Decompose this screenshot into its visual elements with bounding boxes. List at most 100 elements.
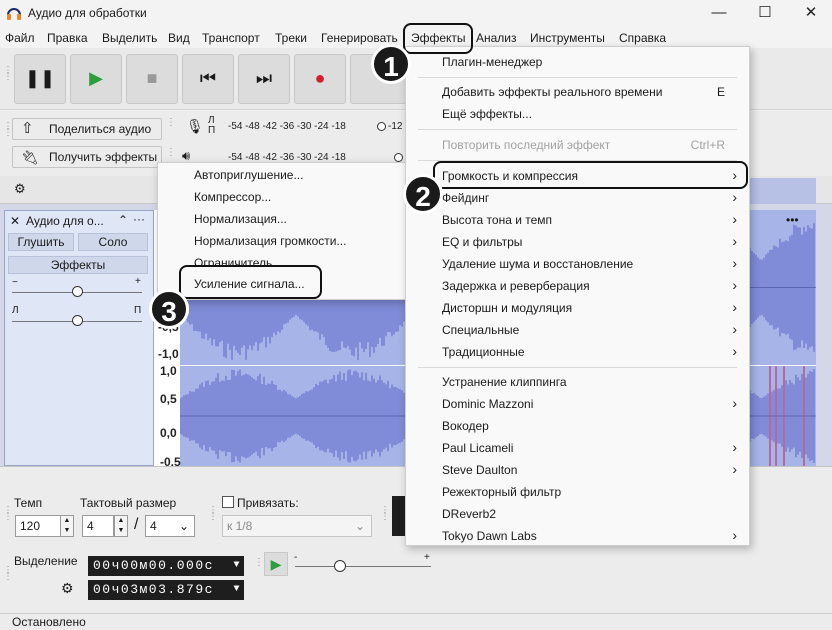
- time-sig-denominator-value: 4: [150, 519, 157, 533]
- menu-separator: [418, 367, 737, 368]
- collapse-icon[interactable]: ⌃: [118, 213, 128, 227]
- tempo-stepper[interactable]: ▲ ▼: [60, 515, 74, 537]
- menu-transport[interactable]: Транспорт: [202, 31, 260, 45]
- menu-analyze[interactable]: Анализ: [476, 31, 517, 45]
- track-effects-button[interactable]: Эффекты: [8, 256, 148, 274]
- solo-button[interactable]: Соло: [78, 233, 148, 251]
- menu-generate[interactable]: Генерировать: [321, 31, 398, 45]
- tempo-input[interactable]: 120: [15, 515, 61, 537]
- skip-start-button[interactable]: ⏮: [182, 54, 234, 104]
- menu-item-steve-daulton[interactable]: Steve Daulton: [442, 463, 517, 477]
- record-button[interactable]: ●: [294, 54, 346, 104]
- time-sig-numerator[interactable]: 4: [82, 515, 114, 537]
- play-meter-slider[interactable]: [394, 153, 403, 162]
- tempo-label: Темп: [14, 496, 43, 510]
- window-title: Аудио для обработки: [28, 6, 147, 20]
- menu-item-fading[interactable]: Фейдинг: [442, 191, 489, 205]
- selection-start-time[interactable]: 00ч00м00.000с ▼: [88, 556, 244, 576]
- menu-tracks[interactable]: Треки: [275, 31, 307, 45]
- track-close-icon[interactable]: ✕: [10, 214, 20, 228]
- play-icon: ▶: [89, 68, 103, 88]
- menu-item-dominic-mazzoni[interactable]: Dominic Mazzoni: [442, 397, 533, 411]
- menu-tools[interactable]: Инструменты: [530, 31, 605, 45]
- mute-button[interactable]: Глушить: [8, 233, 74, 251]
- submenu-item-normalize[interactable]: Нормализация...: [194, 212, 287, 226]
- play-at-speed-button[interactable]: ▶: [264, 552, 288, 576]
- clip-menu-button[interactable]: •••: [786, 213, 799, 227]
- pan-slider-thumb[interactable]: [72, 315, 83, 326]
- toolbar-grip[interactable]: ⋮ ⋮: [3, 66, 13, 82]
- record-meter-scale: -54 -48 -42 -36 -30 -24 -18: [228, 121, 346, 132]
- submenu-item-compressor[interactable]: Компрессор...: [194, 190, 271, 204]
- snap-checkbox[interactable]: [222, 496, 234, 508]
- chevron-right-icon: ›: [732, 527, 737, 543]
- get-effects-button[interactable]: 🔌︎ Получить эффекты: [12, 146, 162, 168]
- axis-label: 0,5: [160, 392, 177, 406]
- menu-view[interactable]: Вид: [168, 31, 190, 45]
- highlight-effects-menu: [403, 23, 473, 54]
- time-sig-stepper[interactable]: ▲ ▼: [114, 515, 128, 537]
- menu-item-special[interactable]: Специальные: [442, 323, 519, 337]
- speed-slider-thumb[interactable]: [334, 560, 346, 572]
- share-audio-button[interactable]: ⇧ Поделиться аудио: [12, 118, 162, 140]
- menu-item-legacy[interactable]: Традиционные: [442, 345, 525, 359]
- menu-file[interactable]: Файл: [5, 31, 35, 45]
- menu-select[interactable]: Выделить: [102, 31, 157, 45]
- menu-item-noise-removal[interactable]: Удаление шума и восстановление: [442, 257, 633, 271]
- stop-button[interactable]: ■: [126, 54, 178, 104]
- dropdown-arrow-icon: ▼: [233, 560, 241, 571]
- skip-end-button[interactable]: ⏭: [238, 54, 290, 104]
- close-button[interactable]: ✕: [788, 0, 832, 28]
- maximize-button[interactable]: ☐: [742, 0, 788, 28]
- selection-grip[interactable]: ⋮ ⋮: [3, 566, 13, 582]
- menu-item-eq-filters[interactable]: EQ и фильтры: [442, 235, 522, 249]
- snap-grip[interactable]: ⋮ ⋮: [208, 506, 218, 522]
- submenu-item-loudness-normalization[interactable]: Нормализация громкости...: [194, 234, 346, 248]
- pause-button[interactable]: ❚❚: [14, 54, 66, 104]
- record-meter-slider[interactable]: [377, 122, 386, 131]
- timeline-settings-icon[interactable]: ⚙: [14, 181, 26, 197]
- menu-edit[interactable]: Правка: [47, 31, 88, 45]
- get-effects-label: Получить эффекты: [49, 150, 158, 164]
- axis-label: -0,5: [160, 455, 181, 466]
- axis-label: -1,0: [158, 347, 179, 361]
- menu-item-more-effects[interactable]: Ещё эффекты...: [442, 107, 532, 121]
- time-sig-denominator[interactable]: 4 ⌄: [145, 515, 195, 537]
- meter-grip[interactable]: ⋮: [166, 118, 176, 128]
- menu-item-distortion-modulation[interactable]: Дисторшн и модуляция: [442, 301, 572, 315]
- track-name[interactable]: Аудио для о...: [26, 214, 104, 228]
- menu-item-plugin-manager[interactable]: Плагин-менеджер: [442, 55, 542, 69]
- status-bar: Остановлено: [0, 613, 832, 629]
- pause-icon: ❚❚: [24, 68, 56, 88]
- menu-item-vocoder[interactable]: Вокодер: [442, 419, 489, 433]
- effects-menu: Плагин-менеджер Добавить эффекты реально…: [405, 46, 750, 546]
- menu-item-delay-reverb[interactable]: Задержка и реверберация: [442, 279, 590, 293]
- gain-slider-thumb[interactable]: [72, 286, 83, 297]
- menu-item-paul-licameli[interactable]: Paul Licameli: [442, 441, 513, 455]
- minimize-button[interactable]: —: [696, 0, 742, 28]
- tools-grip[interactable]: ⋮ ⋮: [3, 122, 13, 138]
- time-grip[interactable]: ⋮ ⋮: [380, 506, 390, 522]
- menu-item-tokyo-dawn-labs[interactable]: Tokyo Dawn Labs: [442, 529, 537, 543]
- selection-label: Выделение: [14, 554, 78, 568]
- stop-icon: ■: [146, 68, 158, 88]
- play-button[interactable]: ▶: [70, 54, 122, 104]
- step-badge-3: 3: [149, 289, 189, 329]
- selection-end-time[interactable]: 00ч03м03.879с ▼: [88, 580, 244, 600]
- menu-item-clip-fix[interactable]: Устранение клиппинга: [442, 375, 567, 389]
- menu-item-dreverb2[interactable]: DReverb2: [442, 507, 496, 521]
- selection-settings-icon[interactable]: ⚙: [61, 580, 74, 597]
- track-menu-button[interactable]: ···: [133, 212, 145, 226]
- play-speed-grip[interactable]: ⋮: [254, 558, 264, 568]
- menu-item-pitch-tempo[interactable]: Высота тона и темп: [442, 213, 552, 227]
- menu-item-notch-filter[interactable]: Режекторный фильтр: [442, 485, 561, 499]
- time-sig-grip[interactable]: ⋮ ⋮: [3, 506, 13, 522]
- snap-select[interactable]: к 1/8 ⌄: [222, 515, 372, 537]
- plug-icon: 🔌︎: [21, 149, 39, 165]
- chevron-right-icon: ›: [732, 233, 737, 249]
- menu-help[interactable]: Справка: [619, 31, 666, 45]
- menu-item-add-realtime-effects[interactable]: Добавить эффекты реального времени: [442, 85, 662, 99]
- submenu-item-auto-duck[interactable]: Автоприглушение...: [194, 168, 303, 182]
- play-meter-grip[interactable]: ⋮: [166, 148, 176, 158]
- menu-item-repeat-last-effect: Повторить последний эффект: [442, 138, 611, 152]
